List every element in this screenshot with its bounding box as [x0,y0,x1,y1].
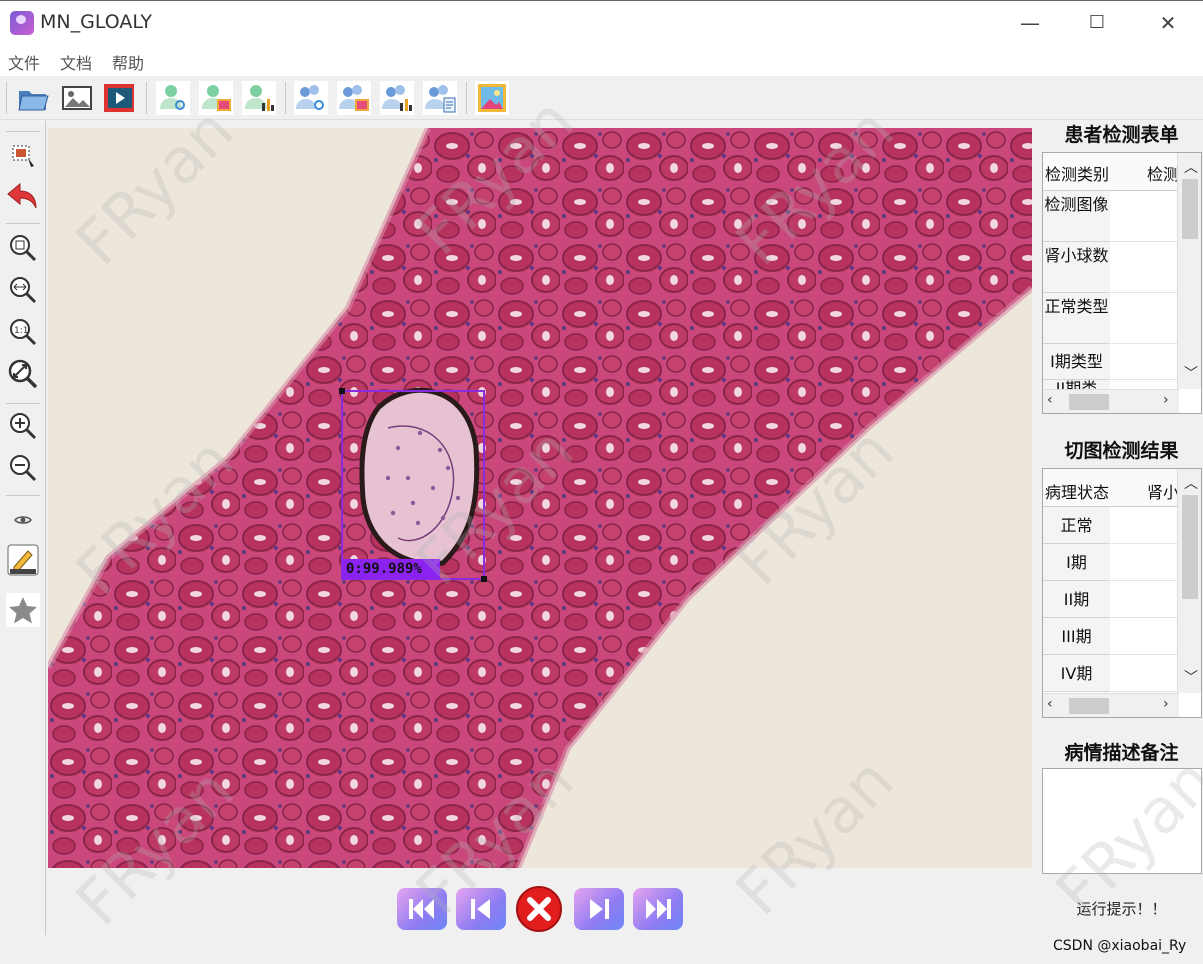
vertical-scrollbar[interactable]: ︿ ﹀ [1177,469,1201,693]
row-header-stage1-type: I期类型 [1043,344,1110,380]
column-header-glomeruli[interactable]: 肾小 [1147,479,1177,503]
star-icon[interactable] [6,593,40,627]
row-header-stage3: III期 [1043,618,1110,655]
zoom-actual-icon[interactable]: 1:1 [6,315,40,349]
patient-chart-icon[interactable] [242,81,276,115]
table-cell[interactable] [1111,544,1178,581]
main-toolbar [0,76,1203,120]
patient-form-table[interactable]: 检测类别 检测 检测图像 肾小球数 正常类型 I期类型 II期类 ︿ ﹀ ‹ › [1042,152,1202,414]
table-header: 病理状态 肾小 [1043,469,1178,507]
group-chart-icon[interactable] [380,81,414,115]
first-image-button[interactable] [397,888,447,930]
row-header-stage1: I期 [1043,544,1110,581]
table-cell[interactable] [1111,655,1178,692]
stop-button[interactable] [515,886,563,932]
label-edit-icon[interactable] [6,543,40,577]
group-report-icon[interactable] [423,81,457,115]
title-bar: MN_GLOALY — ☐ ✕ [0,0,1203,44]
menu-document[interactable]: 文档 [60,50,92,74]
last-image-button[interactable] [633,888,683,930]
patient-image-icon[interactable] [199,81,233,115]
window-title: MN_GLOALY [40,11,153,33]
next-image-button[interactable] [574,888,624,930]
zoom-width-icon[interactable] [6,273,40,307]
table-cell[interactable] [1111,293,1178,344]
app-logo-icon [10,11,34,35]
video-icon[interactable] [102,81,136,115]
left-toolbar: 1:1 [0,121,46,935]
table-cell[interactable] [1111,344,1178,380]
table-cell[interactable] [1111,242,1178,293]
maximize-button[interactable]: ☐ [1077,9,1117,37]
row-header-stage2: II期 [1043,581,1110,618]
svg-text:1:1: 1:1 [14,326,28,336]
navigation-bar [48,870,1032,936]
patient-form-title: 患者检测表单 [1064,124,1179,146]
minimize-button[interactable]: — [1010,9,1050,37]
row-header-stage4: IV期 [1043,655,1110,692]
patient-form-panel: 患者检测表单 检测类别 检测 检测图像 肾小球数 正常类型 I期类型 II期类 … [1040,118,1203,418]
app-window: MN_GLOALY — ☐ ✕ 文件 文档 帮助 1:1 0:99.989% 患… [0,0,1203,964]
column-header-pathology[interactable]: 病理状态 [1045,479,1109,503]
row-header-glomeruli-count: 肾小球数 [1043,242,1110,293]
status-hint: 运行提示！！ [1076,900,1167,918]
menu-file[interactable]: 文件 [8,50,40,74]
column-header-result[interactable]: 检测 [1147,161,1177,185]
horizontal-scrollbar[interactable]: ‹ › [1043,389,1179,413]
slice-results-panel: 切图检测结果 病理状态 肾小 正常 I期 II期 III期 IV期 ︿ ﹀ ‹ [1040,432,1203,722]
eye-icon[interactable] [6,503,40,537]
image-canvas[interactable]: 0:99.989% [48,128,1032,868]
open-folder-icon[interactable] [16,81,50,115]
table-cell[interactable] [1111,581,1178,618]
detection-label: 0:99.989% [346,561,422,577]
table-header: 检测类别 检测 [1043,153,1178,191]
group-diagnose-icon[interactable] [294,81,328,115]
table-cell[interactable] [1111,507,1178,544]
gallery-icon[interactable] [475,81,509,115]
tissue-image [48,128,1032,868]
close-window-button[interactable]: ✕ [1148,9,1188,37]
slice-results-title: 切图检测结果 [1064,440,1179,462]
undo-icon[interactable] [6,179,40,213]
row-header-detect-image: 检测图像 [1043,191,1110,242]
vertical-scrollbar[interactable]: ︿ ﹀ [1177,153,1201,389]
column-header-category[interactable]: 检测类别 [1045,161,1109,185]
image-icon[interactable] [60,81,94,115]
notes-title: 病情描述备注 [1064,742,1179,764]
row-header-normal-type: 正常类型 [1043,293,1110,344]
notes-textarea[interactable] [1042,768,1202,874]
patient-diagnose-icon[interactable] [156,81,190,115]
previous-image-button[interactable] [456,888,506,930]
table-cell[interactable] [1111,191,1178,242]
group-image-icon[interactable] [337,81,371,115]
horizontal-scrollbar[interactable]: ‹ › [1043,693,1179,717]
row-header-normal: 正常 [1043,507,1110,544]
menu-help[interactable]: 帮助 [112,50,144,74]
zoom-fit-icon[interactable] [6,231,40,265]
zoom-in-icon[interactable] [6,409,40,443]
credit-text: CSDN @xiaobai_Ry [1053,938,1187,954]
zoom-auto-icon[interactable] [6,357,40,391]
slice-results-table[interactable]: 病理状态 肾小 正常 I期 II期 III期 IV期 ︿ ﹀ ‹ › [1042,468,1202,718]
select-region-icon[interactable] [6,138,40,172]
zoom-out-icon[interactable] [6,451,40,485]
menu-bar: 文件 文档 帮助 [0,44,1203,76]
table-cell[interactable] [1111,618,1178,655]
